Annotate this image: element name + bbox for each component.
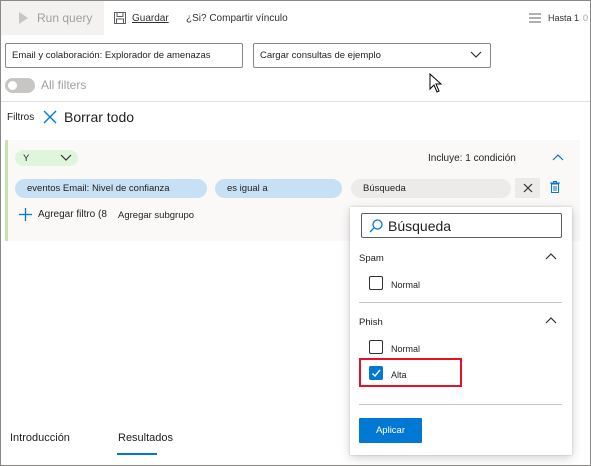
active-tab-indicator: [117, 453, 157, 455]
filter-value-placeholder: Búsqueda: [363, 183, 406, 194]
hasta-selector[interactable]: Hasta 1: [529, 1, 579, 35]
share-link-button[interactable]: ¿Si? Compartir vínculo: [186, 1, 288, 35]
apply-button[interactable]: Aplicar: [359, 418, 422, 443]
checkbox-spam-normal[interactable]: [369, 276, 383, 290]
section-divider: [359, 404, 562, 405]
schema-value: Email y colaboración: Explorador de amen…: [12, 50, 211, 61]
group-operator-value: Y: [23, 152, 30, 164]
popup-search-input[interactable]: Búsqueda: [361, 213, 562, 238]
share-label: ¿Si? Compartir vínculo: [186, 12, 288, 24]
filter-field-value: eventos Email: Nivel de confianza: [27, 183, 170, 194]
sample-queries-placeholder: Cargar consultas de ejemplo: [260, 50, 381, 61]
filters-label: Filtros: [7, 112, 35, 123]
section-phish-title: Phish: [359, 317, 383, 328]
collapse-group-chevron-icon[interactable]: [552, 153, 564, 161]
hasta-label: Hasta 1: [548, 13, 580, 23]
collapse-phish-chevron-icon[interactable]: [545, 316, 557, 324]
divider: [1, 101, 590, 102]
conditions-count: Incluye: 1 condición: [428, 153, 516, 164]
checkbox-phish-normal-label: Normal: [391, 344, 421, 354]
clear-value-button[interactable]: [515, 178, 540, 198]
highlight-box: [359, 358, 462, 387]
save-icon: [114, 12, 126, 24]
section-divider: [359, 302, 562, 303]
all-filters-toggle[interactable]: [5, 78, 35, 93]
apply-label: Aplicar: [375, 425, 406, 436]
close-icon: [43, 110, 57, 124]
checkbox-phish-normal[interactable]: [369, 340, 383, 354]
toolbar: Run query Guardar ¿Si? Compartir vínculo…: [1, 1, 590, 35]
add-filter-label: Agregar filtro (8: [38, 209, 107, 220]
add-subgroup-button[interactable]: Agregar subgrupo: [118, 210, 194, 221]
chevron-down-icon: [470, 51, 482, 58]
filter-field-dropdown[interactable]: eventos Email: Nivel de confianza: [15, 179, 207, 198]
collapse-spam-chevron-icon[interactable]: [545, 252, 557, 260]
chevron-down-icon: [60, 154, 72, 161]
section-spam-title: Spam: [359, 253, 384, 264]
filter-operator-dropdown[interactable]: es igual a: [215, 179, 342, 198]
sample-queries-dropdown[interactable]: Cargar consultas de ejemplo: [253, 43, 491, 68]
save-button[interactable]: Guardar: [114, 1, 169, 35]
run-query-button[interactable]: Run query: [1, 1, 104, 35]
schema-dropdown[interactable]: Email y colaboración: Explorador de amen…: [5, 43, 243, 68]
add-filter-button[interactable]: Agregar filtro (8: [19, 208, 107, 221]
run-query-label: Run query: [37, 11, 93, 25]
query-builder-window: Run query Guardar ¿Si? Compartir vínculo…: [0, 0, 591, 466]
delete-icon[interactable]: [550, 181, 560, 193]
filter-operator-value: es igual a: [227, 183, 268, 194]
mouse-cursor-icon: [429, 73, 443, 93]
clear-all-label: Borrar todo: [64, 109, 135, 125]
group-operator-dropdown[interactable]: Y: [15, 150, 78, 166]
play-icon: [19, 12, 28, 24]
save-label: Guardar: [132, 12, 169, 24]
close-icon: [523, 183, 532, 193]
tab-resultados[interactable]: Resultados: [118, 432, 173, 444]
tab-introduccion[interactable]: Introducción: [10, 432, 70, 444]
result-count: 0: [583, 13, 589, 23]
clear-all-button[interactable]: Borrar todo: [43, 109, 134, 125]
checkbox-spam-normal-label: Normal: [391, 280, 421, 290]
all-filters-label: All filters: [41, 78, 87, 92]
plus-icon: [19, 208, 32, 221]
filter-value-input[interactable]: Búsqueda: [351, 179, 511, 198]
list-icon: [529, 13, 541, 23]
search-icon: [369, 219, 383, 233]
popup-search-placeholder: Búsqueda: [388, 217, 452, 234]
